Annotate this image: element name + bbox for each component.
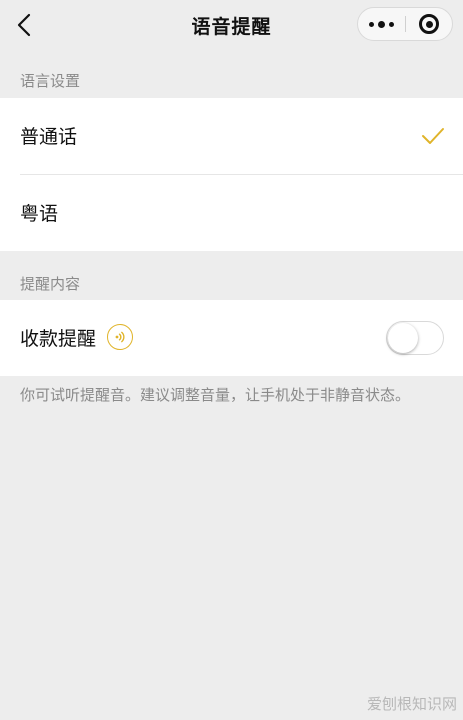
miniprogram-close-button[interactable] [406,8,452,40]
navigation-bar: 语音提醒 [0,0,463,50]
option-label: 粤语 [20,203,59,225]
toggle-knob [388,323,418,353]
miniprogram-capsule [357,7,453,41]
hint-text: 你可试听提醒音。建议调整音量，让手机处于非静音状态。 [20,386,411,404]
checkmark-icon [422,128,444,144]
payment-reminder-toggle[interactable] [386,321,444,355]
language-option-cantonese[interactable]: 粤语 [0,175,463,252]
more-dot-right [389,21,394,27]
language-option-mandarin[interactable]: 普通话 [0,98,463,175]
miniprogram-close-icon [419,14,439,34]
option-label: 普通话 [20,126,78,148]
language-group: 普通话 粤语 [0,98,463,251]
section-label-language: 语言设置 [20,72,81,90]
reminder-group: 收款提醒 [0,300,463,376]
sound-wave-glyph [115,331,125,343]
more-dot-center [378,20,385,28]
section-label-reminder: 提醒内容 [20,275,81,293]
sound-wave-icon[interactable] [107,324,133,350]
more-dots-icon [369,21,374,27]
close-icon-core [425,20,433,28]
payment-reminder-row: 收款提醒 [0,300,463,376]
more-button[interactable] [358,8,405,40]
payment-reminder-label: 收款提醒 [20,328,97,350]
watermark: 爱刨根知识网 [366,695,457,713]
